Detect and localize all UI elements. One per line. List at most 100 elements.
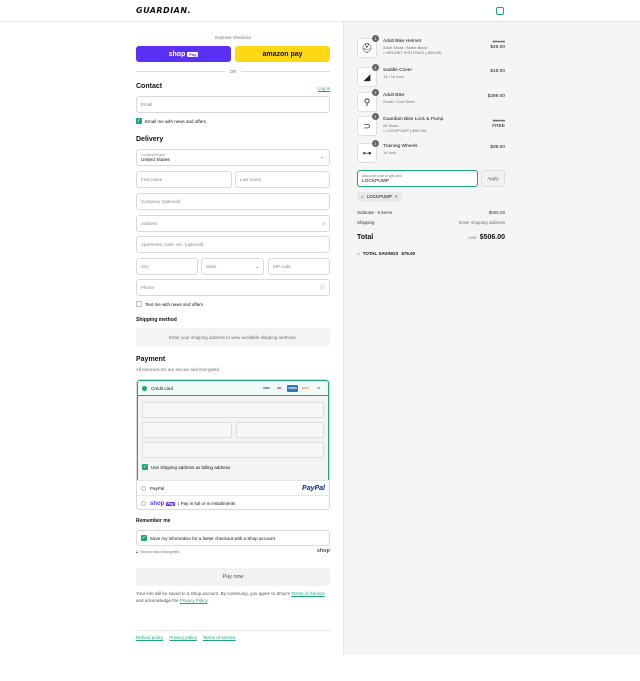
item-name: Training Wheels (383, 144, 418, 149)
line-item: ⊃ 1 Guardian Bike Lock & Pump All Sizes … (357, 113, 505, 136)
remember-checkbox[interactable]: ✓ (141, 535, 147, 541)
terms-text-2: and acknowledge the (136, 598, 179, 603)
paypal-label: PayPal (150, 486, 165, 491)
discount-code-input[interactable]: Discount code or gift card LOCKPUMP (357, 170, 478, 187)
savings-label: TOTAL SAVINGS (362, 251, 399, 256)
card-details-area: ✓ Use shipping address as billing addres… (137, 396, 329, 480)
amex-icon: AMEX (287, 384, 298, 392)
terms-of-service-link[interactable]: Terms of Service (291, 591, 325, 596)
tag-icon: ⌂ (361, 194, 364, 199)
quantity-badge: 1 (372, 89, 379, 96)
contact-title: Contact (136, 83, 163, 90)
text-news-row[interactable]: Text me with news and offers (136, 301, 203, 307)
discount-tag: ⌂ LOCKPUMP × (357, 192, 402, 201)
quantity-badge: 1 (372, 35, 379, 42)
billing-same-checkbox[interactable]: ✓ (142, 464, 148, 470)
pay-now-button[interactable]: Pay now (136, 568, 330, 586)
discount-value: LOCKPUMP (362, 179, 389, 184)
card-name-field[interactable] (142, 442, 324, 458)
amazon-pay-button[interactable]: amazon pay (235, 46, 330, 62)
first-name-field[interactable]: First name (136, 171, 232, 188)
email-news-label: Email me with news and offers (145, 118, 206, 124)
item-price: $399.00 (487, 94, 505, 99)
refund-policy-link[interactable]: Refund policy (136, 635, 163, 640)
more-cards-icon: +5 (316, 386, 321, 390)
apartment-field[interactable]: Apartment, suite, etc. (optional) (136, 236, 330, 253)
terms-of-service-footer-link[interactable]: Terms of service (203, 635, 236, 640)
terms-end: . (207, 598, 209, 603)
city-field[interactable]: City (136, 258, 198, 275)
credit-card-option[interactable]: Credit card VISA MC AMEX DISC +5 (137, 380, 329, 396)
paypal-option[interactable]: PayPal PayPal (137, 480, 329, 496)
text-news-checkbox[interactable] (136, 301, 142, 307)
card-number-field[interactable] (142, 402, 324, 418)
card-logos: VISA MC AMEX DISC +5 (261, 384, 324, 392)
billing-same-row[interactable]: ✓ Use shipping address as billing addres… (142, 464, 230, 470)
savings-tag-icon: ⌂ (357, 251, 360, 256)
terms-text-1: Your info will be saved to a Shop accoun… (136, 591, 291, 596)
brand-logo[interactable]: GUARDIAN. (136, 6, 191, 15)
item-original-price: $50.00 (492, 118, 505, 123)
remove-discount-icon[interactable]: × (395, 194, 398, 199)
subtotal-label: Subtotal · 5 items (357, 210, 393, 215)
shop-pay-button[interactable]: shop Pay (136, 46, 231, 62)
search-icon: ⌕ (322, 220, 325, 227)
privacy-policy-footer-link[interactable]: Privacy policy (169, 635, 197, 640)
item-name: Saddle Cover (383, 68, 413, 73)
order-summary: ⛑︎ 1 Adult Bike Helmet Adult Small / Mat… (343, 22, 640, 655)
terms-text: Your info will be saved to a Shop accoun… (136, 590, 330, 604)
credit-card-radio[interactable] (142, 385, 147, 391)
company-field[interactable]: Company (optional) (136, 193, 330, 210)
state-select[interactable]: State ⌄ (201, 258, 264, 275)
shoppay-logo: shop Pay (150, 501, 176, 507)
item-price: FREE (492, 124, 505, 129)
remember-option[interactable]: ✓ Save my information for a faster check… (136, 530, 330, 546)
item-price: $19.00 (490, 69, 505, 74)
paypal-radio[interactable] (141, 486, 146, 491)
delivery-title: Delivery (136, 136, 164, 143)
secure-label: Secure and encrypted (140, 548, 180, 554)
zip-field[interactable]: ZIP code (268, 258, 330, 275)
card-cvv-field[interactable] (236, 422, 324, 438)
text-news-label: Text me with news and offers (145, 301, 203, 307)
item-name: Adult Bike Helmet (383, 39, 422, 44)
item-discount: ⌂ LOCKPUMP (-$50.00) (383, 128, 426, 133)
payment-subtitle: All transactions are secure and encrypte… (136, 367, 221, 372)
email-field[interactable]: Email (136, 96, 330, 113)
shop-pay-label: shop (168, 50, 186, 58)
privacy-policy-link[interactable]: Privacy Policy (180, 598, 208, 603)
card-expiry-field[interactable] (142, 422, 232, 438)
shoppay-option[interactable]: shop Pay | Pay in full or in installment… (137, 495, 329, 511)
currency-label: USD (468, 235, 477, 240)
quantity-badge: 1 (372, 140, 379, 147)
line-item: ⚲ 1 Adult Bike Small / Cold Steel $399.0… (357, 89, 505, 112)
shipping-label: Shipping (357, 220, 375, 225)
last-name-field[interactable]: Last name (235, 171, 330, 188)
login-link[interactable]: Log in (318, 86, 330, 91)
subtotal-row: Subtotal · 5 items $506.00 (357, 210, 505, 215)
apply-button[interactable]: Apply (481, 170, 505, 187)
phone-field[interactable]: Phone ⓘ (136, 279, 330, 296)
item-variant: Small / Cold Steel (383, 99, 415, 104)
item-original-price: $74.00 (492, 39, 505, 44)
payment-methods: Credit card VISA MC AMEX DISC +5 ✓ Use s… (136, 379, 330, 510)
shipping-method-title: Shipping method (136, 317, 177, 323)
total-value: $506.00 (479, 234, 505, 241)
help-icon[interactable]: ⓘ (320, 284, 325, 291)
email-news-checkbox[interactable]: ✓ (136, 118, 142, 124)
country-select[interactable]: Country/Region United States ⌄ (136, 149, 330, 166)
secure-row: 🔒︎ Secure and encrypted shop (136, 548, 330, 554)
or-label: OR (229, 68, 237, 74)
total-row: Total USD $506.00 (357, 234, 505, 241)
phone-placeholder: Phone (141, 285, 155, 290)
shoppay-badge: Pay (166, 501, 176, 506)
checkout-form: Express checkout shop Pay amazon pay OR … (0, 22, 343, 681)
chevron-down-icon: ⌄ (319, 154, 324, 160)
quantity-badge: 1 (372, 64, 379, 71)
cart-icon[interactable] (496, 7, 504, 15)
remember-title: Remember me (136, 518, 171, 524)
address-placeholder: Address (141, 221, 158, 226)
address-field[interactable]: Address ⌕ (136, 215, 330, 232)
email-news-row[interactable]: ✓ Email me with news and offers (136, 118, 206, 124)
shoppay-radio[interactable] (141, 501, 146, 506)
